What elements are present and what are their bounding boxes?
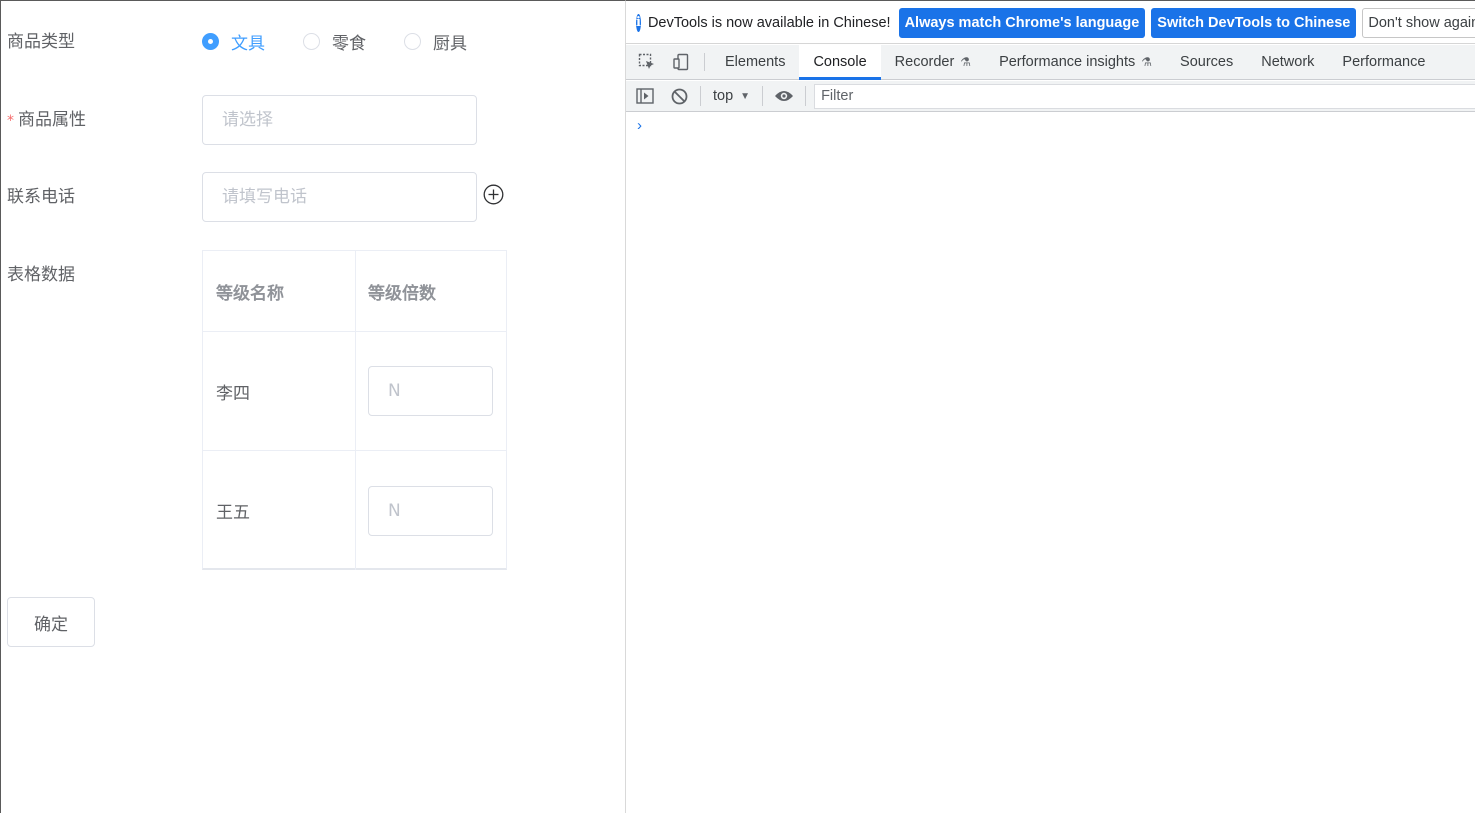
- match-language-button[interactable]: Always match Chrome's language: [898, 7, 1146, 38]
- table-cell-name: 王五: [203, 451, 356, 570]
- experiment-beaker-icon: ⚗: [1141, 55, 1153, 69]
- table-data-label: 表格数据: [7, 265, 75, 285]
- clear-console-icon[interactable]: [662, 81, 696, 112]
- console-prompt-chevron: ›: [637, 117, 642, 134]
- show-sidebar-icon[interactable]: [628, 81, 662, 112]
- multiplier-input[interactable]: [368, 485, 493, 536]
- table-header-row: 等级名称 等级倍数: [203, 251, 506, 332]
- header-level-name: 等级名称: [216, 283, 284, 304]
- phone-input[interactable]: [202, 172, 477, 222]
- table-cell-multiplier: [356, 451, 506, 570]
- radio-stationery[interactable]: 文具: [202, 29, 265, 54]
- radio-label: 厨具: [433, 33, 467, 54]
- phone-label: 联系电话: [7, 187, 75, 207]
- inspect-element-icon[interactable]: [630, 45, 664, 79]
- tab-performance-insights[interactable]: Performance insights ⚗: [985, 45, 1166, 79]
- toolbar-divider: [805, 86, 807, 106]
- required-mark: *: [7, 113, 14, 129]
- info-icon: i: [636, 13, 641, 32]
- table-row: 王五: [203, 451, 506, 570]
- experiment-beaker-icon: ⚗: [960, 55, 972, 69]
- table-cell-multiplier: [356, 332, 506, 450]
- tab-console[interactable]: Console: [799, 45, 881, 80]
- table-header-cell: 等级倍数: [356, 251, 506, 331]
- live-expression-eye-icon[interactable]: [767, 81, 801, 112]
- console-toolbar: top ▼: [626, 81, 1475, 112]
- multiplier-input[interactable]: [368, 366, 493, 416]
- tab-elements[interactable]: Elements: [711, 45, 799, 79]
- context-value: top: [713, 88, 734, 104]
- device-toolbar-icon[interactable]: [664, 45, 698, 79]
- radio-unchecked-icon: [404, 32, 421, 50]
- tab-recorder[interactable]: Recorder ⚗: [881, 45, 985, 79]
- devtools-panel: i DevTools is now available in Chinese! …: [626, 0, 1475, 813]
- table-header-cell: 等级名称: [203, 251, 356, 331]
- radio-snacks[interactable]: 零食: [303, 29, 366, 54]
- radio-label: 文具: [231, 33, 265, 54]
- js-context-select[interactable]: top ▼: [705, 88, 758, 104]
- toolbar-divider: [762, 86, 764, 106]
- table-row: 李四: [203, 332, 506, 451]
- product-type-label: 商品类型: [7, 32, 75, 52]
- radio-unchecked-icon: [303, 32, 320, 50]
- tab-network[interactable]: Network: [1247, 45, 1328, 79]
- product-type-radio-group: 文具 零食 厨具: [202, 29, 505, 54]
- devtools-tabbar: Elements Console Recorder ⚗ Performance i…: [626, 45, 1475, 80]
- console-output-area[interactable]: ›: [626, 113, 1475, 813]
- confirm-button[interactable]: 确定: [7, 597, 95, 647]
- language-infobar: i DevTools is now available in Chinese! …: [626, 2, 1475, 44]
- product-attr-label: * 商品属性: [7, 108, 86, 133]
- tab-label: Recorder: [894, 54, 955, 70]
- infobar-message: DevTools is now available in Chinese!: [647, 14, 891, 31]
- table-cell-name: 李四: [203, 332, 356, 450]
- tab-label: Performance insights: [999, 54, 1136, 70]
- console-filter-input[interactable]: [814, 83, 1475, 109]
- add-phone-icon[interactable]: [483, 184, 504, 205]
- radio-checked-icon: [202, 32, 219, 50]
- dropdown-caret-icon: ▼: [740, 90, 751, 102]
- radio-kitchenware[interactable]: 厨具: [404, 29, 467, 54]
- tab-sources[interactable]: Sources: [1166, 45, 1247, 79]
- product-attr-label-text: 商品属性: [18, 110, 86, 130]
- dont-show-again-button[interactable]: Don't show again: [1362, 7, 1475, 38]
- radio-label: 零食: [332, 33, 366, 54]
- tab-performance[interactable]: Performance: [1328, 45, 1439, 79]
- app-form-pane: 商品类型 文具 零食 厨具 *商品属性 联系电话 表格数据 等级名称 等级倍数 …: [0, 0, 626, 813]
- header-level-multiplier: 等级倍数: [368, 283, 436, 304]
- toolbar-divider: [700, 86, 701, 106]
- switch-to-chinese-button[interactable]: Switch DevTools to Chinese: [1151, 7, 1357, 38]
- product-attr-select[interactable]: [202, 95, 477, 145]
- toolbar-divider: [704, 53, 705, 71]
- level-table: 等级名称 等级倍数 李四 王五: [202, 250, 507, 570]
